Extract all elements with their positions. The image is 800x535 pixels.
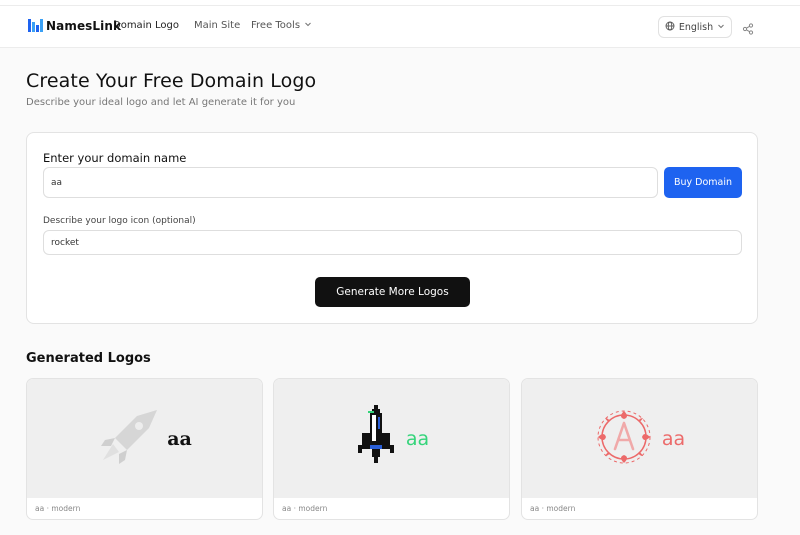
logo-caption: aa · modern xyxy=(35,504,81,513)
logo-card[interactable]: aa aa · modern xyxy=(273,378,510,520)
logo-caption: aa · modern xyxy=(530,504,576,513)
pixel-rocket-icon xyxy=(354,404,398,473)
generate-more-logos-button[interactable]: Generate More Logos xyxy=(315,277,470,307)
globe-icon xyxy=(665,21,675,34)
logo-wordmark: aa xyxy=(661,427,686,450)
logo-icon-label: Describe your logo icon (optional) xyxy=(43,216,196,226)
chevron-down-icon xyxy=(717,22,725,33)
buy-domain-button[interactable]: Buy Domain xyxy=(664,167,742,198)
logo-card[interactable]: aa aa · modern xyxy=(521,378,758,520)
language-label: English xyxy=(678,21,714,33)
logo-card[interactable]: aa aa · modern xyxy=(26,378,263,520)
brand-name[interactable]: NamesLink xyxy=(46,19,121,33)
language-selector[interactable]: English xyxy=(658,16,732,38)
header: NamesLink Domain Logo Main Site Free Too… xyxy=(0,6,800,48)
generated-logos-heading: Generated Logos xyxy=(26,351,151,366)
share-icon[interactable] xyxy=(742,20,754,39)
nameslink-logo-icon[interactable] xyxy=(28,18,43,33)
ornamental-a-monogram-icon xyxy=(594,407,654,471)
logo-caption: aa · modern xyxy=(282,504,328,513)
logo-wordmark: aa xyxy=(167,427,192,450)
domain-name-input[interactable] xyxy=(43,167,658,198)
logo-wordmark: aa xyxy=(405,427,430,450)
domain-name-label: Enter your domain name xyxy=(43,151,187,165)
nav-free-tools[interactable]: Free Tools xyxy=(251,20,312,31)
page-title: Create Your Free Domain Logo xyxy=(26,70,317,92)
logo-preview: aa xyxy=(274,379,509,498)
nav-main-site[interactable]: Main Site xyxy=(194,20,240,31)
logo-form-card: Enter your domain name Buy Domain Descri… xyxy=(26,132,758,324)
logo-icon-input[interactable] xyxy=(43,230,742,255)
page-subtitle: Describe your ideal logo and let AI gene… xyxy=(26,97,296,108)
logo-preview: aa xyxy=(522,379,757,498)
rocket-icon xyxy=(97,408,159,470)
logo-preview: aa xyxy=(27,379,262,498)
chevron-down-icon xyxy=(304,20,312,31)
product-name: Domain Logo xyxy=(113,20,179,31)
nav-free-tools-label: Free Tools xyxy=(251,20,301,31)
